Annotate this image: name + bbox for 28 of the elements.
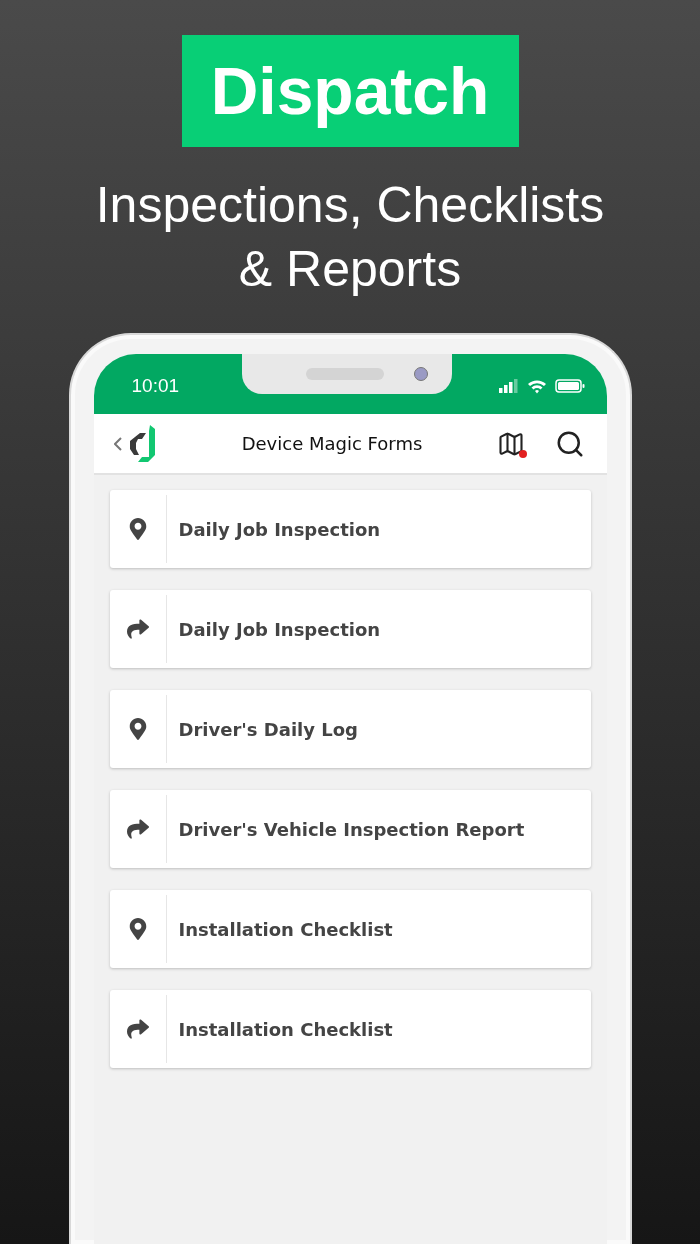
form-list-item[interactable]: Driver's Vehicle Inspection Report: [109, 790, 591, 868]
logo-icon: [127, 424, 158, 463]
form-list-item[interactable]: Daily Job Inspection: [109, 490, 591, 568]
form-title: Installation Checklist: [178, 1018, 393, 1040]
camera-lens: [413, 367, 428, 381]
battery-icon: [554, 379, 585, 393]
wifi-icon: [526, 378, 547, 394]
banner-title: Dispatch: [181, 35, 519, 147]
form-list-item[interactable]: Installation Checklist: [109, 890, 591, 968]
status-time: 10:01: [131, 375, 180, 397]
form-title: Driver's Daily Log: [178, 718, 358, 740]
subtitle-line: & Reports: [238, 240, 462, 299]
signal-icon: [498, 379, 519, 393]
forward-arrow-icon: [126, 818, 149, 840]
form-list-item[interactable]: Daily Job Inspection: [109, 590, 591, 668]
notification-dot: [518, 449, 527, 458]
form-list-item[interactable]: Installation Checklist: [109, 990, 591, 1068]
forward-arrow-icon: [126, 618, 149, 640]
form-title: Driver's Vehicle Inspection Report: [178, 818, 525, 840]
form-list-item[interactable]: Driver's Daily Log: [109, 690, 591, 768]
forward-arrow-icon: [126, 1018, 149, 1040]
back-button[interactable]: [113, 436, 122, 451]
subtitle-line: Inspections, Checklists: [95, 176, 605, 235]
header-title: Device Magic Forms: [240, 433, 424, 454]
form-title: Installation Checklist: [178, 918, 393, 940]
back-chevron-icon: [113, 436, 122, 451]
form-title: Daily Job Inspection: [178, 618, 381, 640]
form-title: Daily Job Inspection: [178, 518, 381, 540]
